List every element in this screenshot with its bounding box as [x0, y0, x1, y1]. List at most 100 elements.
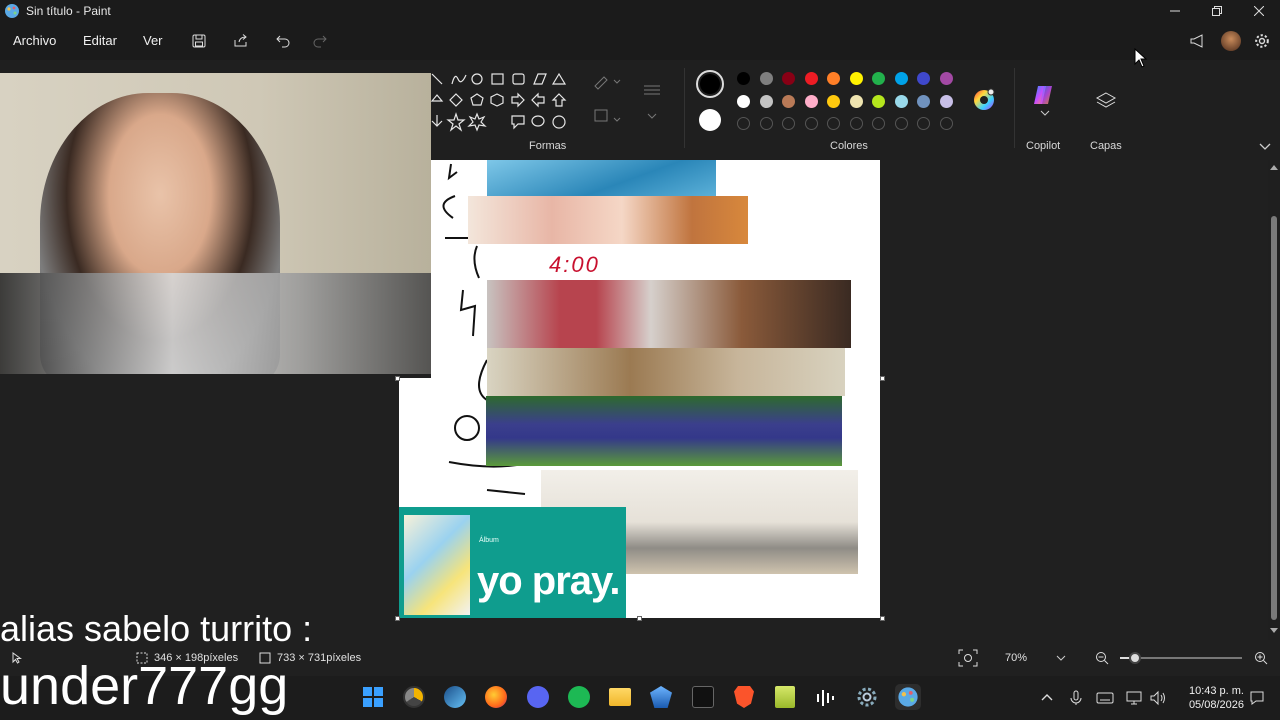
color-swatch[interactable] — [737, 95, 750, 108]
scroll-up-icon[interactable] — [1270, 164, 1278, 170]
restore-button[interactable] — [1196, 0, 1238, 22]
fit-to-window-icon[interactable] — [958, 649, 978, 667]
color-swatch[interactable] — [827, 95, 840, 108]
taskbar-notepad[interactable] — [772, 684, 798, 710]
keyboard-icon[interactable] — [1096, 689, 1114, 707]
resize-handle[interactable] — [395, 616, 400, 621]
resize-handle[interactable] — [637, 616, 642, 621]
window-title: Sin título - Paint — [26, 4, 111, 18]
redo-button[interactable] — [309, 30, 331, 52]
color-swatch[interactable] — [939, 95, 953, 108]
custom-color-slot[interactable] — [939, 117, 953, 130]
color-swatch[interactable] — [939, 72, 953, 85]
zoom-slider-thumb[interactable] — [1129, 652, 1141, 664]
scrollbar-thumb[interactable] — [1271, 216, 1277, 620]
undo-button[interactable] — [272, 30, 294, 52]
taskbar-ff-app[interactable] — [690, 684, 716, 710]
color-wheel-icon[interactable] — [972, 88, 996, 112]
color-swatch[interactable] — [849, 72, 863, 85]
taskbar-brave[interactable] — [731, 684, 757, 710]
close-button[interactable] — [1238, 0, 1280, 22]
custom-color-slot[interactable] — [894, 117, 908, 130]
taskbar-rocket-league[interactable] — [648, 684, 674, 710]
secondary-color[interactable] — [699, 109, 721, 131]
album-cover: Álbum yo pray. — [399, 507, 626, 618]
color-swatch[interactable] — [872, 95, 885, 108]
custom-color-slot[interactable] — [827, 117, 840, 130]
windows-icon — [363, 687, 383, 707]
color-swatch[interactable] — [759, 95, 773, 108]
custom-color-slot[interactable] — [917, 117, 930, 130]
taskbar-spotify[interactable] — [566, 684, 592, 710]
copilot-icon[interactable] — [1032, 84, 1056, 106]
taskbar-chrome-canary[interactable] — [401, 684, 427, 710]
taskbar-discord[interactable] — [525, 684, 551, 710]
color-swatch[interactable] — [782, 95, 795, 108]
vertical-scrollbar[interactable] — [1268, 160, 1280, 640]
custom-color-slot[interactable] — [872, 117, 885, 130]
resize-handle[interactable] — [880, 376, 885, 381]
save-button[interactable] — [188, 30, 210, 52]
menu-editar[interactable]: Editar — [83, 33, 117, 48]
profile-avatar[interactable] — [1220, 30, 1242, 52]
doodle-time-text: 4:00 — [549, 252, 600, 277]
color-swatch[interactable] — [804, 95, 818, 108]
color-swatch[interactable] — [872, 72, 885, 85]
system-clock[interactable]: 10:43 p. m. 05/08/2026 — [1176, 684, 1244, 712]
clock-date: 05/08/2026 — [1188, 699, 1244, 711]
color-swatch[interactable] — [917, 72, 930, 85]
taskbar-settings[interactable] — [854, 684, 880, 710]
taskbar-file-explorer[interactable] — [607, 684, 633, 710]
taskbar-paint[interactable] — [895, 684, 921, 710]
color-swatch[interactable] — [804, 72, 818, 85]
zoom-level[interactable]: 70% — [1005, 652, 1027, 664]
taskbar-audio-app[interactable] — [813, 684, 839, 710]
start-button[interactable] — [360, 684, 386, 710]
primary-color[interactable] — [696, 70, 724, 98]
chevron-down-icon[interactable] — [1056, 655, 1066, 661]
custom-color-slot[interactable] — [804, 117, 818, 130]
zoom-out-icon[interactable] — [1095, 651, 1109, 665]
color-swatch[interactable] — [894, 95, 908, 108]
paint-app-icon — [898, 687, 918, 707]
custom-color-slot[interactable] — [849, 117, 863, 130]
chevron-up-icon[interactable] — [1038, 689, 1056, 707]
menu-ver[interactable]: Ver — [143, 33, 163, 48]
shapes-gallery[interactable] — [428, 70, 573, 142]
color-swatch[interactable] — [917, 95, 930, 108]
taskbar-steam[interactable] — [442, 684, 468, 710]
brave-icon — [734, 686, 754, 708]
color-swatch[interactable] — [894, 72, 908, 85]
zoom-in-icon[interactable] — [1254, 651, 1268, 665]
shape-outline-fill-icons[interactable] — [592, 74, 662, 134]
color-swatch[interactable] — [849, 95, 863, 108]
custom-color-slot[interactable] — [737, 117, 750, 130]
chevron-down-icon[interactable] — [1259, 143, 1271, 151]
network-icon[interactable] — [1125, 689, 1143, 707]
color-swatch[interactable] — [782, 72, 795, 85]
color-swatch[interactable] — [827, 72, 840, 85]
divider — [684, 68, 685, 148]
webcam-overlay — [0, 73, 431, 374]
scroll-down-icon[interactable] — [1270, 628, 1278, 634]
color-swatch[interactable] — [737, 72, 750, 85]
minimize-button[interactable] — [1154, 0, 1196, 22]
settings-button[interactable] — [1251, 30, 1273, 52]
chevron-down-icon[interactable] — [1040, 110, 1050, 116]
layers-icon[interactable] — [1095, 91, 1117, 111]
color-swatch[interactable] — [759, 72, 773, 85]
custom-color-slot[interactable] — [782, 117, 795, 130]
restore-icon — [1212, 6, 1222, 16]
menu-archivo[interactable]: Archivo — [13, 33, 56, 48]
resize-handle[interactable] — [880, 616, 885, 621]
resize-handle[interactable] — [395, 376, 400, 381]
taskbar-firefox[interactable] — [483, 684, 509, 710]
announcement-button[interactable] — [1187, 30, 1209, 52]
share-button[interactable] — [230, 30, 252, 52]
notification-icon[interactable] — [1248, 689, 1266, 707]
custom-color-slot[interactable] — [759, 117, 773, 130]
volume-icon[interactable] — [1149, 689, 1167, 707]
zoom-slider[interactable] — [1120, 652, 1242, 664]
microphone-icon[interactable] — [1067, 689, 1085, 707]
layers-label: Capas — [1090, 140, 1122, 152]
